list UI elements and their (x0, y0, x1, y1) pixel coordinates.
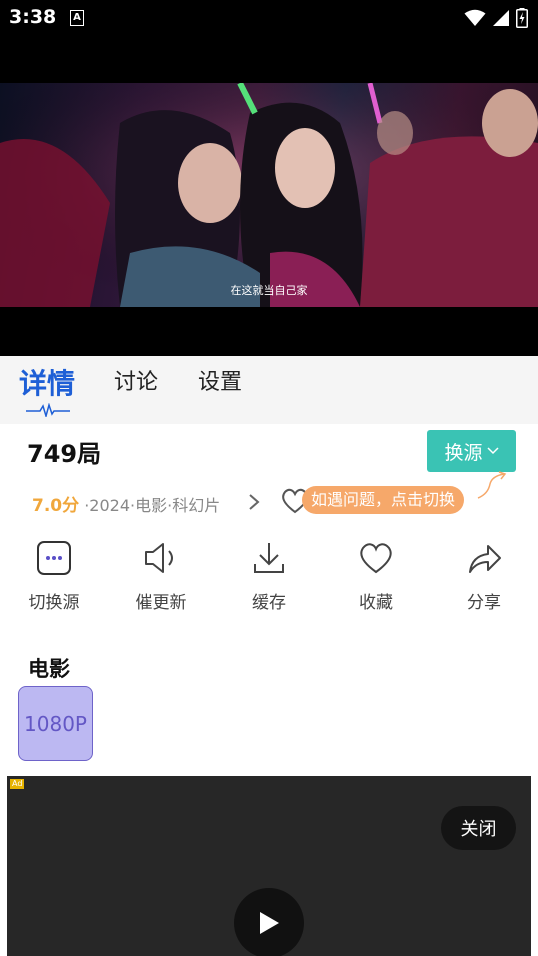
signal-icon (493, 10, 509, 26)
notification-icon: A (70, 10, 84, 26)
movie-meta: 7.0分 ·2024·电影·科幻片 (32, 491, 220, 516)
video-scene (0, 83, 538, 307)
wifi-icon (464, 9, 486, 26)
status-icons (464, 8, 528, 28)
battery-icon (516, 8, 528, 28)
download-icon (254, 543, 284, 573)
ad-badge: Ad (10, 779, 25, 789)
chevron-down-icon (486, 447, 499, 455)
action-label: 分享 (467, 593, 501, 613)
status-time: 3:38 (9, 6, 57, 28)
movie-info: ·2024·电影·科幻片 (84, 496, 221, 515)
share-icon (469, 545, 501, 573)
heart-icon (360, 543, 392, 574)
app-screen: 3:38 A 在这就当自己家 详情 讨论 设置 749局 换源 7.0分 ·20… (0, 0, 538, 956)
status-bar: 3:38 A (0, 0, 538, 36)
movie-score: 7.0分 (32, 496, 80, 516)
action-label: 催更新 (135, 593, 187, 613)
quality-chip[interactable]: 1080P (18, 686, 93, 761)
request-update-action[interactable]: 催更新 (115, 538, 207, 613)
action-label: 缓存 (252, 593, 286, 613)
video-frame[interactable] (0, 83, 538, 307)
video-subtitle: 在这就当自己家 (230, 284, 308, 297)
switch-source-action[interactable]: 切换源 (8, 538, 100, 613)
tabs-bar: 详情 讨论 设置 (0, 356, 538, 424)
video-player[interactable]: 在这就当自己家 (0, 36, 538, 356)
tab-settings[interactable]: 设置 (198, 364, 242, 396)
cache-action[interactable]: 缓存 (223, 538, 315, 613)
share-action[interactable]: 分享 (438, 538, 530, 613)
source-switch-icon (37, 541, 71, 575)
section-title: 电影 (28, 657, 70, 681)
speaker-icon (145, 543, 173, 573)
chevron-right-icon[interactable] (247, 492, 261, 512)
ad-play-button[interactable] (234, 888, 304, 956)
tip-pointer-icon (477, 471, 507, 499)
switch-source-label: 换源 (444, 441, 483, 464)
action-label: 切换源 (28, 593, 80, 613)
play-icon (260, 912, 279, 934)
favorite-action[interactable]: 收藏 (330, 538, 422, 613)
ad-close-button[interactable]: 关闭 (441, 806, 516, 850)
movie-title: 749局 (27, 440, 102, 468)
ad-banner[interactable]: Ad 关闭 (7, 776, 531, 956)
tab-indicator-icon (26, 403, 70, 417)
tab-discussion[interactable]: 讨论 (114, 364, 158, 396)
action-label: 收藏 (359, 593, 393, 613)
switch-tip-bubble[interactable]: 如遇问题，点击切换 (302, 486, 465, 514)
tab-details[interactable]: 详情 (19, 362, 75, 402)
switch-source-button[interactable]: 换源 (427, 430, 516, 472)
